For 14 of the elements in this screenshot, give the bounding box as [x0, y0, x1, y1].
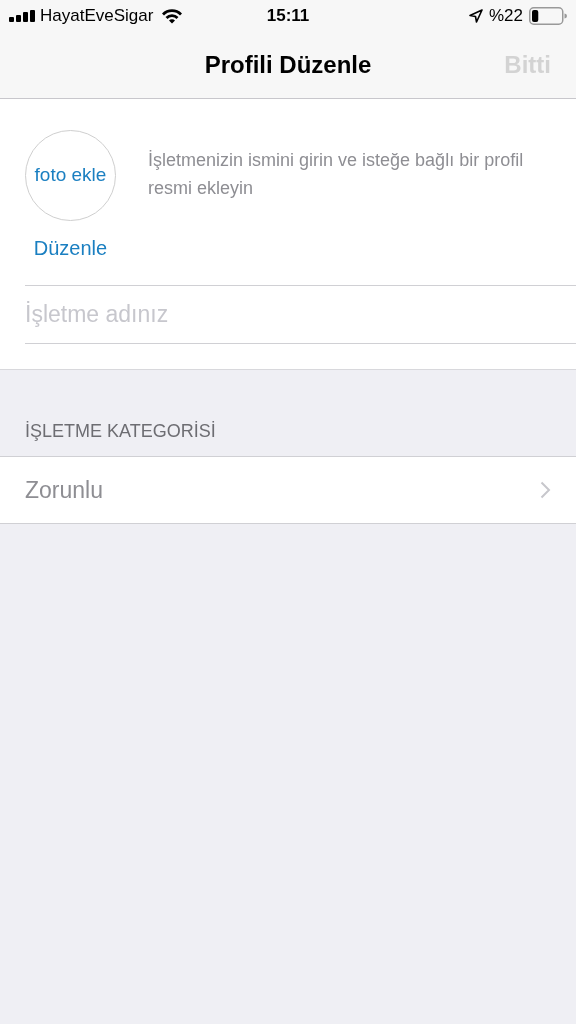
- chevron-right-icon: [540, 481, 551, 499]
- screen-title: Profili Düzenle: [204, 50, 372, 80]
- battery-icon: [529, 7, 567, 25]
- battery-percentage: %22: [488, 5, 523, 28]
- clock: 15:11: [266, 5, 310, 28]
- section-header: İŞLETME KATEGORİSİ: [25, 420, 216, 443]
- edit-link[interactable]: Düzenle: [33, 233, 108, 263]
- location-arrow-icon: [468, 9, 483, 23]
- wifi-icon: [161, 8, 184, 24]
- signal-icon: [9, 10, 35, 22]
- category-row[interactable]: Zorunlu: [0, 456, 576, 524]
- business-name-field[interactable]: İşletme adınız: [25, 297, 576, 332]
- carrier-name: HayatEveSigar: [40, 5, 154, 28]
- hint-text: İşletmenizin ismini girin ve isteğe bağlı bir profil resmi ekleyin: [148, 149, 525, 200]
